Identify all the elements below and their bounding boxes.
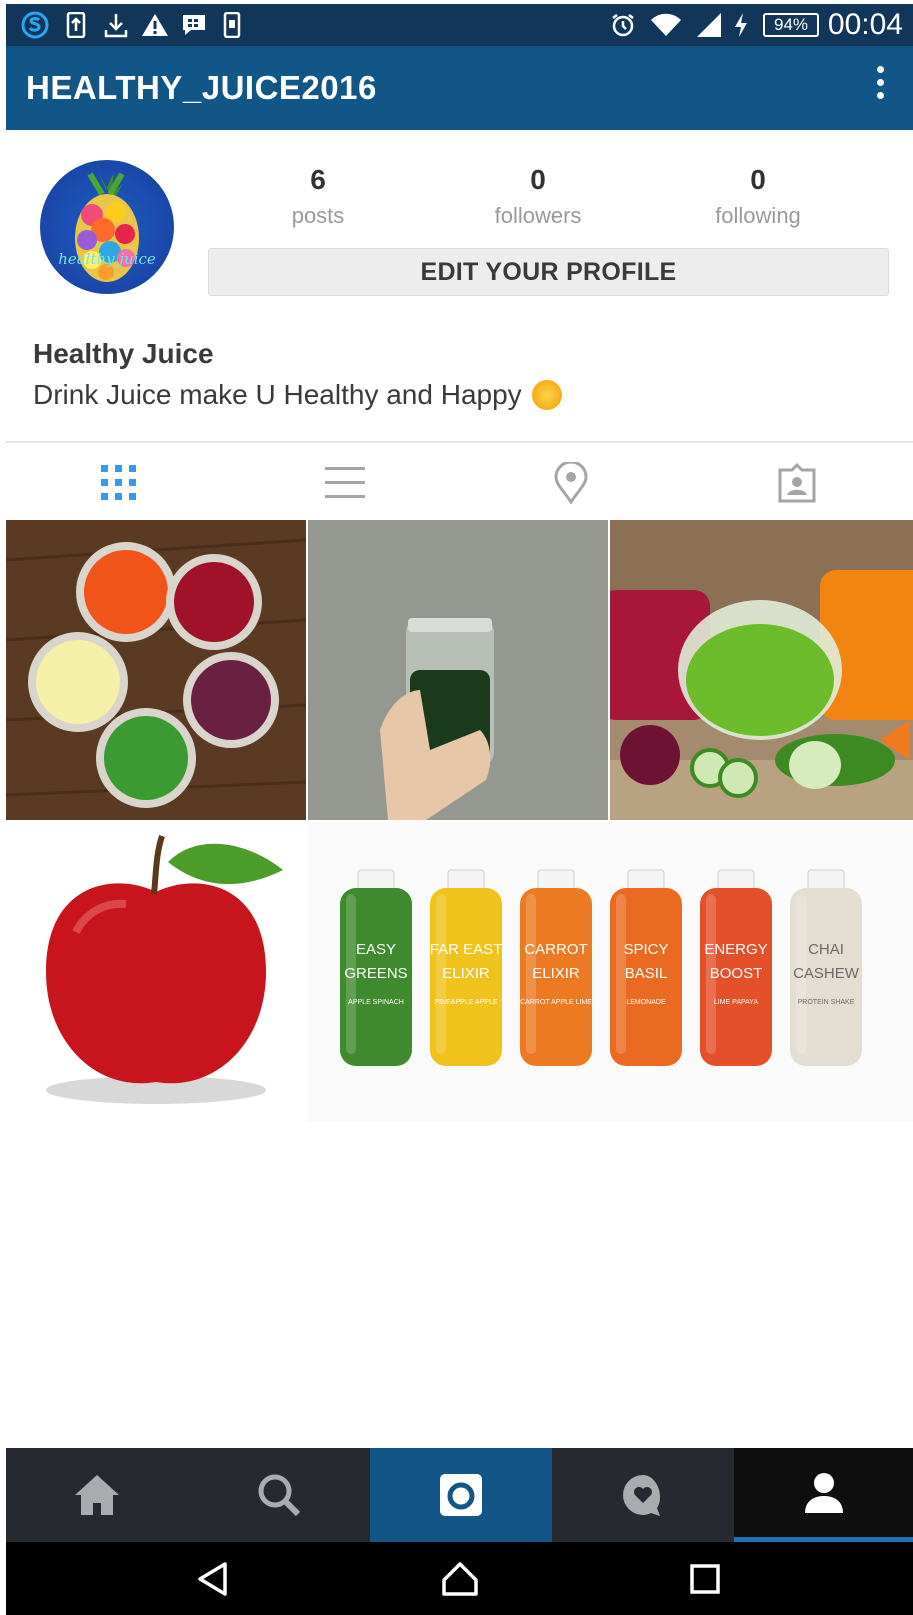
- avatar-text: healthy juice: [58, 250, 156, 268]
- bottle-label-line3: CARROT APPLE LIME: [520, 999, 592, 1006]
- posts-label: posts: [291, 203, 345, 228]
- grid-icon: [101, 465, 136, 500]
- signal-icon: [693, 12, 723, 38]
- juice-bottle: SPICY BASIL LEMONADE: [610, 869, 682, 1066]
- following-count: 0: [750, 164, 766, 195]
- android-recents-button[interactable]: [645, 1542, 765, 1615]
- bottle-label-line3: APPLE SPINACH: [348, 999, 404, 1006]
- android-nav-bar: [6, 1542, 913, 1615]
- stat-followers[interactable]: 0 followers: [438, 164, 638, 232]
- bottle-label-line1: ENERGY: [704, 941, 767, 958]
- app-bar: HEALTHY_JUICE2016: [6, 46, 913, 130]
- nav-home[interactable]: [6, 1448, 188, 1542]
- activity-icon: [623, 1475, 660, 1516]
- tagged-photos-icon: [778, 463, 816, 503]
- profile-bio: Drink Juice make U Healthy and Happy: [33, 379, 522, 410]
- sun-emoji: [531, 380, 562, 410]
- posts-count: 6: [310, 164, 326, 195]
- username-title: HEALTHY_JUICE2016: [26, 69, 377, 106]
- phone-icon: [220, 12, 244, 38]
- android-back-button[interactable]: [153, 1542, 273, 1615]
- location-pin-icon: [554, 462, 588, 504]
- skype-icon: [20, 11, 50, 39]
- bottom-nav: [6, 1448, 913, 1542]
- tab-location-view[interactable]: [458, 452, 684, 514]
- android-home-button[interactable]: [400, 1542, 520, 1615]
- bbm-icon: [180, 12, 208, 38]
- nav-search[interactable]: [188, 1448, 370, 1542]
- juice-bottle: EASY GREENS APPLE SPINACH: [340, 869, 412, 1066]
- post-thumbnail-2[interactable]: [308, 520, 608, 820]
- bottle-label-line3: PINEAPPLE APPLE: [434, 999, 497, 1006]
- bottle-label-line1: CARROT: [524, 941, 587, 958]
- clock: 00:04: [827, 8, 903, 41]
- bottle-label-line3: PROTEIN SHAKE: [798, 999, 855, 1006]
- bottle-label-line1: FAR EAST: [430, 941, 503, 958]
- back-icon: [198, 1561, 227, 1596]
- bottle-label-line1: SPICY: [623, 941, 668, 958]
- stat-posts: 6 posts: [218, 164, 418, 232]
- download-icon: [102, 12, 130, 38]
- charging-icon: [730, 12, 752, 38]
- followers-label: followers: [494, 203, 582, 228]
- stat-following[interactable]: 0 following: [658, 164, 858, 232]
- juice-bottle: CHAI CASHEW PROTEIN SHAKE: [790, 869, 862, 1066]
- upload-icon: [64, 12, 88, 38]
- profile-name: Healthy Juice: [33, 338, 214, 369]
- recents-icon: [690, 1563, 720, 1594]
- profile-icon: [804, 1472, 843, 1513]
- status-bar: 94% 00:04: [6, 4, 913, 46]
- profile-bio-row: Drink Juice make U Healthy and Happy: [33, 379, 562, 411]
- nav-activity[interactable]: [552, 1448, 734, 1542]
- app-screen: 94% 00:04 HEALTHY_JUICE2016 healthy juic…: [6, 4, 913, 1615]
- juice-bottle: CARROT ELIXIR CARROT APPLE LIME: [520, 869, 592, 1066]
- bottle-label-line2: BASIL: [625, 965, 668, 982]
- avatar[interactable]: healthy juice: [40, 160, 174, 294]
- list-icon: [325, 467, 365, 498]
- tab-list-view[interactable]: [232, 452, 458, 514]
- battery-level: 94%: [763, 13, 819, 37]
- post-thumbnail-4[interactable]: [6, 822, 306, 1122]
- tab-tagged-view[interactable]: [684, 452, 910, 514]
- camera-icon: [440, 1474, 482, 1516]
- bottle-label-line3: LEMONADE: [626, 999, 666, 1006]
- edit-profile-button[interactable]: EDIT YOUR PROFILE: [208, 248, 889, 296]
- post-thumbnail-1[interactable]: [6, 520, 306, 820]
- home-icon: [75, 1475, 119, 1515]
- juice-bottle: ENERGY BOOST LIME PAPAYA: [700, 869, 772, 1066]
- bottle-label-line3: LIME PAPAYA: [714, 999, 759, 1006]
- alarm-icon: [609, 12, 637, 38]
- bottle-label-line2: CASHEW: [793, 965, 860, 982]
- search-icon: [258, 1474, 301, 1517]
- more-vertical-icon[interactable]: [873, 66, 887, 110]
- warning-icon: [140, 12, 170, 38]
- tab-grid-view[interactable]: [6, 452, 232, 514]
- following-label: following: [715, 203, 801, 228]
- bottle-label-line2: BOOST: [710, 965, 763, 982]
- bottle-label-line1: EASY: [356, 941, 396, 958]
- bottle-label-line1: CHAI: [808, 941, 844, 958]
- wifi-icon: [649, 12, 683, 38]
- divider: [6, 441, 913, 443]
- nav-profile[interactable]: [734, 1448, 913, 1542]
- home-circle-icon: [442, 1561, 478, 1596]
- post-thumbnail-5[interactable]: EASY GREENS APPLE SPINACH FAR EAST ELIXIR PIN…: [308, 822, 913, 1122]
- followers-count: 0: [530, 164, 546, 195]
- post-thumbnail-3[interactable]: [610, 520, 913, 820]
- bottle-label-line2: ELIXIR: [532, 965, 580, 982]
- nav-camera[interactable]: [370, 1448, 552, 1542]
- bottle-label-line2: GREENS: [344, 965, 407, 982]
- juice-bottle: FAR EAST ELIXIR PINEAPPLE APPLE: [430, 869, 503, 1066]
- bottle-label-line2: ELIXIR: [442, 965, 490, 982]
